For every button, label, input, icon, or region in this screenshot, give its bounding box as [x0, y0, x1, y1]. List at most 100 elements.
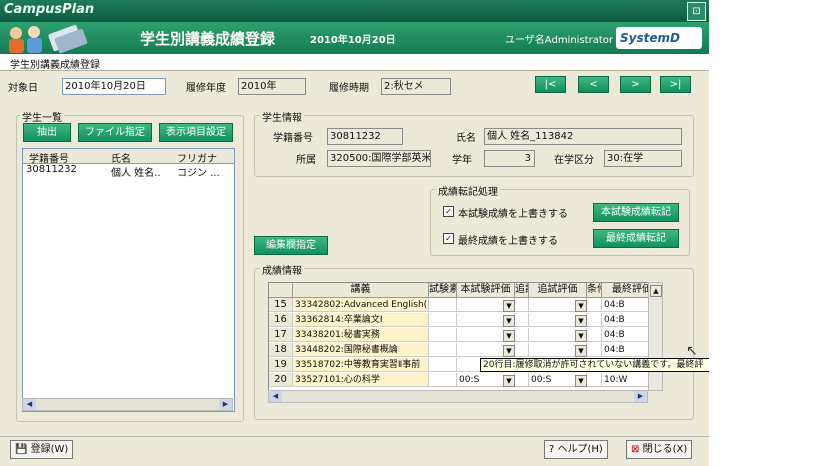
table-cell — [515, 313, 529, 327]
dropdown-arrow-icon[interactable]: ▼ — [503, 315, 515, 327]
edit-columns-button[interactable]: 編集欄指定 — [254, 236, 328, 255]
table-cell[interactable]: 04:B — [602, 328, 649, 342]
close-button[interactable]: ⊠ 閉じる(X) — [626, 440, 693, 459]
period-label: 履修時期 — [329, 83, 369, 94]
list-item-name: 個人 姓名.. — [111, 168, 161, 179]
column-name[interactable]: 氏名 — [111, 150, 131, 165]
dropdown-arrow-icon[interactable]: ▼ — [503, 375, 515, 387]
dept-label: 所属 — [296, 155, 316, 166]
column-exam-eval[interactable]: 本試験評価 — [457, 283, 515, 298]
grades-scroll-right-icon[interactable]: ▶ — [634, 391, 647, 402]
table-cell[interactable]: 04:B — [602, 313, 649, 327]
column-final-eval[interactable]: 最終評価 — [602, 283, 649, 298]
close-label: 閉じる(X) — [642, 444, 688, 455]
dropdown-arrow-icon[interactable]: ▼ — [503, 330, 515, 342]
student-list[interactable]: 学籍番号 氏名 フリガナ 30811232 個人 姓名.. コジン ... — [22, 148, 235, 412]
restore-icon[interactable]: ⊡ — [687, 2, 706, 21]
period-field: 2:秋セメ — [381, 78, 451, 95]
student-id-field: 30811232 — [327, 128, 403, 145]
column-retest-eval[interactable]: 追試評価 — [529, 283, 587, 298]
column-retest[interactable]: 追試 — [515, 283, 529, 298]
scroll-right-icon[interactable]: ▶ — [219, 399, 232, 410]
table-cell[interactable]: 04:B — [602, 343, 649, 357]
column-exam-raw[interactable]: 試験素 — [429, 283, 457, 298]
final-overwrite-checkbox[interactable]: ✓ — [443, 233, 454, 244]
file-select-button[interactable]: ファイル指定 — [78, 123, 152, 142]
student-list-title: 学生一覧 — [20, 109, 64, 124]
table-cell[interactable]: 33448202:国際秘書概論 — [293, 343, 429, 357]
app-window: CampusPlan ⊡ 学生別講義成績登録 2010年10月20日 ユーザ名A… — [0, 0, 709, 466]
list-item-id: 30811232 — [26, 164, 77, 175]
name-label: 氏名 — [456, 133, 476, 144]
dept-field: 320500:国際学部英米 — [327, 150, 431, 167]
table-cell — [587, 373, 602, 387]
help-icon: ? — [549, 444, 555, 455]
final-transfer-button[interactable]: 最終成績転記 — [593, 229, 679, 248]
close-icon: ⊠ — [631, 444, 640, 455]
help-button[interactable]: ? ヘルプ(H) — [544, 440, 608, 459]
row-warning-tooltip: 20行目:履修取消が許可されていない講義です。最終評 — [480, 358, 709, 372]
table-cell[interactable]: 10:W — [602, 373, 649, 387]
students-logo-icon — [9, 24, 88, 53]
column-condition[interactable]: 条件 — [587, 283, 602, 298]
table-cell[interactable]: 33518702:中等教育実習Ⅱ事前 — [293, 358, 429, 372]
dropdown-arrow-icon[interactable]: ▼ — [575, 345, 587, 357]
table-cell — [429, 343, 457, 357]
table-cell — [587, 328, 602, 342]
breadcrumb: 学生別講義成績登録 — [0, 54, 709, 71]
table-cell: 19 — [269, 358, 293, 372]
name-field: 個人 姓名_113842 — [484, 128, 682, 145]
dropdown-arrow-icon[interactable]: ▼ — [575, 315, 587, 327]
exam-transfer-button[interactable]: 本試験成績転記 — [593, 203, 679, 222]
next-record-button[interactable]: > — [620, 76, 651, 93]
dropdown-arrow-icon[interactable]: ▼ — [575, 300, 587, 312]
dropdown-arrow-icon[interactable]: ▼ — [503, 345, 515, 357]
table-cell[interactable]: 33438201:秘書実務 — [293, 328, 429, 342]
dropdown-arrow-icon[interactable]: ▼ — [575, 330, 587, 342]
display-settings-button[interactable]: 表示項目設定 — [159, 123, 233, 142]
column-kana[interactable]: フリガナ — [177, 150, 217, 165]
table-cell[interactable]: 33527101:心の科学 — [293, 373, 429, 387]
scroll-left-icon[interactable]: ◀ — [23, 399, 36, 410]
register-label: 登録(W) — [30, 444, 69, 455]
list-item-kana: コジン ... — [177, 168, 220, 179]
grades-scroll-left-icon[interactable]: ◀ — [269, 391, 282, 402]
grade-field: 3 — [484, 150, 535, 167]
table-cell[interactable]: 33362814:卒業論文Ⅰ — [293, 313, 429, 327]
dropdown-arrow-icon[interactable]: ▼ — [575, 375, 587, 387]
student-list-header: 学籍番号 氏名 フリガナ — [23, 149, 234, 165]
table-cell — [515, 298, 529, 312]
exam-overwrite-label: 本試験成績を上書きする — [458, 209, 568, 220]
header-banner: 学生別講義成績登録 2010年10月20日 ユーザ名Administrator … — [0, 22, 709, 54]
student-list-scrollbar[interactable]: ◀ ▶ — [22, 398, 233, 411]
prev-record-button[interactable]: < — [578, 76, 609, 93]
target-date-field[interactable]: 2010年10月20日 — [62, 78, 166, 95]
grades-scrollbar[interactable]: ▲ — [648, 282, 663, 391]
table-cell — [515, 343, 529, 357]
column-row-no — [269, 283, 293, 298]
scroll-up-icon[interactable]: ▲ — [650, 285, 662, 297]
student-info-group — [254, 115, 694, 177]
extract-button[interactable]: 抽出 — [23, 123, 71, 142]
table-cell — [587, 298, 602, 312]
column-student-id[interactable]: 学籍番号 — [29, 150, 69, 165]
first-record-button[interactable]: |< — [535, 76, 566, 93]
student-info-title: 学生情報 — [260, 109, 304, 124]
target-date-label: 対象日 — [8, 83, 38, 94]
grades-table[interactable]: 講義 試験素 本試験評価 追試 追試評価 条件 最終評価 1533342802:… — [268, 282, 650, 391]
year-field: 2010年 — [238, 78, 306, 95]
transfer-title: 成績転記処理 — [436, 183, 500, 198]
dropdown-arrow-icon[interactable]: ▼ — [503, 300, 515, 312]
column-course[interactable]: 講義 — [293, 283, 429, 298]
table-cell: 15 — [269, 298, 293, 312]
user-name: ユーザ名Administrator — [505, 35, 613, 46]
table-cell[interactable]: 33342802:Advanced English(F — [293, 298, 429, 312]
exam-overwrite-checkbox[interactable]: ✓ — [443, 206, 454, 217]
status-label: 在学区分 — [554, 155, 594, 166]
grades-hscrollbar[interactable]: ◀ ▶ — [268, 390, 648, 403]
status-field: 30:在学 — [604, 150, 682, 167]
final-overwrite-label: 最終成績を上書きする — [458, 236, 558, 247]
register-button[interactable]: 💾 登録(W) — [10, 440, 74, 459]
last-record-button[interactable]: >| — [660, 76, 691, 93]
table-cell[interactable]: 04:B — [602, 298, 649, 312]
